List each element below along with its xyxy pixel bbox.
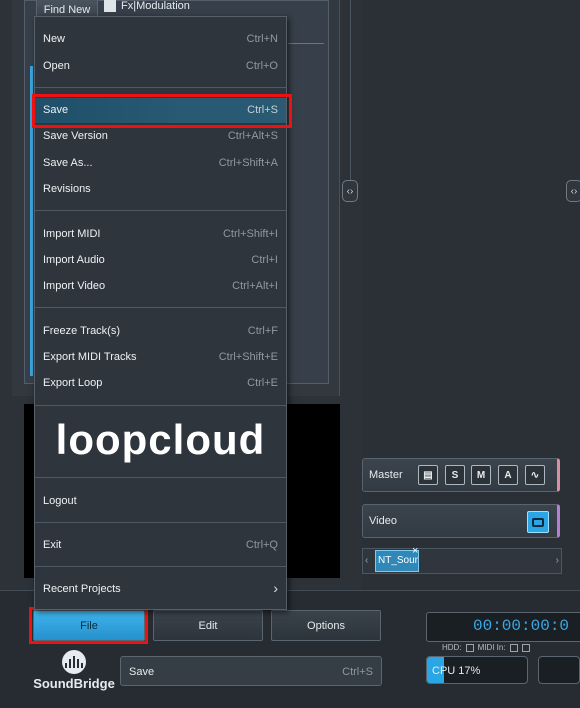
solo-button[interactable]: S xyxy=(445,465,465,485)
arrangement-area xyxy=(362,0,580,590)
menu-separator xyxy=(35,477,286,478)
menu-item-import-video[interactable]: Import Video Ctrl+Alt+I xyxy=(35,274,286,299)
menu-separator xyxy=(35,307,286,308)
browser-item-fx-modulation[interactable]: Fx|Modulation xyxy=(104,0,190,12)
menu-item-import-midi[interactable]: Import MIDI Ctrl+Shift+I xyxy=(35,222,286,247)
menu-item-exit[interactable]: Exit Ctrl+Q xyxy=(35,533,286,558)
soundbridge-logo-icon xyxy=(62,650,86,674)
master-track-label: Master xyxy=(369,469,403,481)
midi-out-indicator xyxy=(521,643,530,652)
menu-separator xyxy=(35,405,286,406)
chevron-right-icon: › xyxy=(273,580,278,596)
soundbridge-logo: SoundBridge xyxy=(30,650,118,698)
status-action: Save xyxy=(129,666,155,678)
clip-close-icon[interactable]: × xyxy=(412,545,418,557)
menu-item-revisions[interactable]: Revisions xyxy=(35,177,286,202)
splitter-arrows-icon: ‹› xyxy=(570,185,578,197)
browser-divider xyxy=(288,43,324,44)
menu-item-save-as[interactable]: Save As... Ctrl+Shift+A xyxy=(35,151,286,176)
master-track[interactable]: Master ▤ S M A ∿ xyxy=(362,458,560,492)
edit-tab-button[interactable]: Edit xyxy=(153,610,263,641)
menu-separator xyxy=(35,566,286,567)
io-indicators: HDD: MIDI In: xyxy=(442,643,530,652)
panel-splitter-left[interactable]: ‹› xyxy=(342,180,358,202)
menu-item-open[interactable]: Open Ctrl+O xyxy=(35,54,286,79)
cpu-label: CPU 17% xyxy=(432,665,481,677)
hdd-label: HDD: xyxy=(442,643,462,652)
splitter-arrows-icon: ‹› xyxy=(346,185,354,197)
transport-stub xyxy=(538,656,580,684)
menu-item-freeze-tracks[interactable]: Freeze Track(s) Ctrl+F xyxy=(35,319,286,344)
notes-icon[interactable]: ▤ xyxy=(418,465,438,485)
menu-item-export-loop[interactable]: Export Loop Ctrl+E xyxy=(35,371,286,396)
panel-splitter-right[interactable]: ‹› xyxy=(566,180,580,202)
envelope-icon[interactable]: ∿ xyxy=(525,465,545,485)
menu-item-logout[interactable]: Logout xyxy=(35,489,286,514)
loopcloud-logo[interactable]: loopcloud xyxy=(35,407,286,473)
mute-button[interactable]: M xyxy=(471,465,491,485)
file-button-highlight xyxy=(29,607,148,644)
fx-folder-icon xyxy=(104,0,116,12)
midi-in-indicator xyxy=(509,643,518,652)
time-display[interactable]: 00:00:00:0 xyxy=(426,612,580,642)
menu-item-import-audio[interactable]: Import Audio Ctrl+I xyxy=(35,248,286,273)
menu-item-new[interactable]: New Ctrl+N xyxy=(35,27,286,52)
menu-separator xyxy=(35,210,286,211)
video-camera-icon[interactable] xyxy=(527,511,549,533)
scroll-right-icon[interactable]: › xyxy=(556,555,559,566)
video-clip-lane: ‹ NT_Soun... × › xyxy=(362,545,562,574)
scroll-left-icon[interactable]: ‹ xyxy=(365,555,368,566)
browser-item-label: Fx|Modulation xyxy=(121,0,190,12)
cpu-meter: CPU 17% xyxy=(426,656,528,684)
automation-button[interactable]: A xyxy=(498,465,518,485)
menu-item-recent-projects[interactable]: Recent Projects › xyxy=(35,577,286,602)
midi-in-label: MIDI In: xyxy=(477,643,506,652)
options-tab-button[interactable]: Options xyxy=(271,610,381,641)
brand-name: SoundBridge xyxy=(33,676,115,691)
video-track[interactable]: Video xyxy=(362,504,560,538)
hdd-indicator xyxy=(465,643,474,652)
video-track-label: Video xyxy=(369,515,397,527)
menu-item-export-midi-tracks[interactable]: Export MIDI Tracks Ctrl+Shift+E xyxy=(35,345,286,370)
menu-separator xyxy=(35,87,286,88)
save-item-highlight xyxy=(32,94,292,128)
menu-separator xyxy=(35,522,286,523)
status-shortcut: Ctrl+S xyxy=(342,666,373,678)
status-field: Save Ctrl+S xyxy=(120,656,382,686)
panel-divider xyxy=(350,0,351,180)
